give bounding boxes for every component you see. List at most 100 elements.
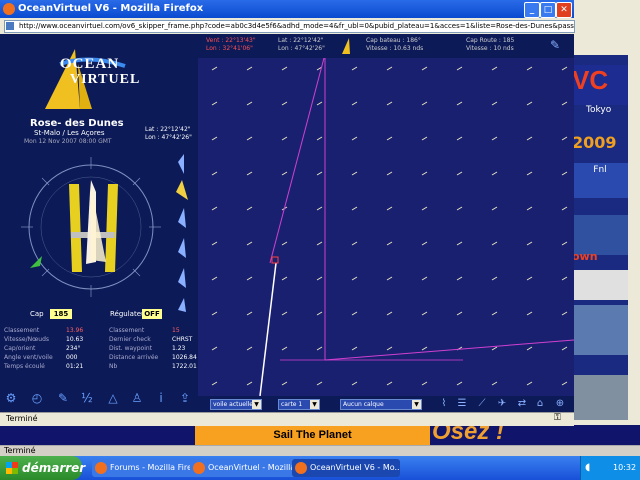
pen-icon[interactable]: ✎ [56,391,70,405]
stat-label: Vitesse/Nœuds [4,336,50,343]
header-route: Cap Route : 185 Vitesse : 10 nds [466,37,514,53]
sail-select[interactable]: voile actuelle ▼ [210,399,262,410]
boat-marker-icon[interactable] [271,256,279,264]
ad-2009: 2009 [572,133,617,152]
taskbar-item[interactable]: Forums - Mozilla Firefox [92,459,200,477]
wind-arrow [421,206,428,211]
navigation-map[interactable] [198,58,574,396]
sail-the-planet-banner[interactable]: Sail The Planet [195,425,430,445]
wind-arrow [316,171,323,176]
header-logo-icon [342,38,350,54]
tool-icon[interactable]: ☰ [456,398,468,410]
wind-arrow [316,101,323,106]
wind-arrow [561,171,568,176]
stat-label: Dernier check [109,336,151,343]
stat-label: Classement [109,327,145,334]
alert-icon[interactable]: △ [106,391,120,405]
race-date: Mon 12 Nov 2007 08:00 GMT [24,138,112,145]
stats-row: Temps écoulé 01:21 Nb 1722.01 [4,362,198,371]
popup-titlebar[interactable]: OceanVirtuel V6 - Mozilla Firefox _ □ ✕ [0,0,574,18]
wind-arrow [386,136,393,141]
popup-status-bar: Terminé ⚿ [0,412,574,426]
home-icon[interactable]: ⌂ [534,398,546,410]
header-wind-line1: Vent : 22°13'43" [206,37,256,44]
volume-icon[interactable]: ◖ [585,462,590,473]
map-canvas[interactable] [198,58,574,396]
url-field[interactable]: http://www.oceanvirtuel.com/ov6_skipper_… [4,20,575,33]
wind-arrow [526,241,533,246]
ad-image-4 [572,375,628,420]
half-icon[interactable]: ½ [80,391,94,405]
background-ad-column[interactable]: VC Tokyo 2009 Fnl own [572,55,628,420]
wind-arrow [421,241,428,246]
latitude: Lat : 22°12'42" [145,126,191,133]
regulateur-toggle[interactable]: OFF [142,309,162,319]
wind-arrow [281,276,288,281]
taskbar-item-label: OceanVirtuel V6 - Mo... [310,463,400,472]
zoom-icon[interactable]: ⊕ [554,398,566,410]
wind-arrow [246,311,253,316]
person-icon[interactable]: ♙ [130,391,144,405]
maximize-button[interactable]: □ [540,2,556,18]
ad-tokyo: Tokyo [586,105,612,115]
layer-select[interactable]: Aucun calque ▼ [340,399,422,410]
compass-boat-icon[interactable] [16,152,166,302]
ad-image-3 [572,305,628,355]
tool-icon[interactable]: ⇄ [516,398,528,410]
wind-arrow [351,171,358,176]
cap-input[interactable]: 185 [50,309,72,319]
popup-window: OceanVirtuel V6 - Mozilla Firefox _ □ ✕ … [0,0,575,426]
taskbar-item-active[interactable]: OceanVirtuel V6 - Mo... [292,459,400,477]
wind-arrow [456,381,463,386]
minimize-button[interactable]: _ [524,2,540,18]
tool-icon[interactable]: ⟋ [476,398,488,410]
wind-arrow [211,101,218,106]
stat-value: 15 [172,327,180,334]
wind-arrow [246,346,253,351]
clock-icon[interactable]: ◴ [30,391,44,405]
wind-arrow [456,241,463,246]
boat-name: Rose- des Dunes [30,118,124,129]
wind-arrow [561,66,568,71]
taskbar-item-label: Forums - Mozilla Firefox [110,463,200,472]
windows-icon [6,462,18,474]
stat-label: Dist. waypoint [109,345,153,352]
map-select-value: carte 1 [281,401,303,408]
page-icon [6,22,14,30]
wind-arrow [211,276,218,281]
stat-label: Classement [4,327,40,334]
wind-arrow [316,206,323,211]
upload-icon[interactable]: ⇪ [178,391,192,405]
header-position-line2: Lon : 47°42'26" [278,45,325,52]
wind-arrow [211,381,218,386]
wind-arrow [386,381,393,386]
taskbar-item[interactable]: OceanVirtuel - Mozilla... [190,459,303,477]
wind-arrow [491,381,498,386]
wind-arrow [421,171,428,176]
tool-icon[interactable]: ⌇ [438,398,450,410]
header-wind-line2: Lon : 32°41'06" [206,45,253,52]
chevron-down-icon: ▼ [252,400,261,409]
start-button[interactable]: démarrer [0,456,85,480]
wind-arrow [351,136,358,141]
info-icon[interactable]: i [154,391,168,405]
header-route-line2: Vitesse : 10 nds [466,45,514,52]
wind-arrow [281,241,288,246]
map-header: Vent : 22°13'43" Lon : 32°41'06" Lat : 2… [198,34,574,58]
stat-label: Temps écoulé [4,363,45,370]
sail-selector-icons[interactable] [170,152,194,312]
wind-arrow [456,171,463,176]
wind-arrow [246,276,253,281]
wind-arrow [456,206,463,211]
stat-label: Nb [109,363,118,370]
edit-icon[interactable]: ✎ [550,38,560,52]
stat-value: 01:21 [66,363,84,370]
wind-arrow [211,346,218,351]
settings-icon[interactable]: ⚙ [4,391,18,405]
map-select[interactable]: carte 1 ▼ [278,399,320,410]
clock: 10:32 [613,463,637,472]
wind-arrow [456,276,463,281]
close-button[interactable]: ✕ [556,2,572,18]
tool-icon[interactable]: ✈ [496,398,508,410]
wind-arrow [491,311,498,316]
